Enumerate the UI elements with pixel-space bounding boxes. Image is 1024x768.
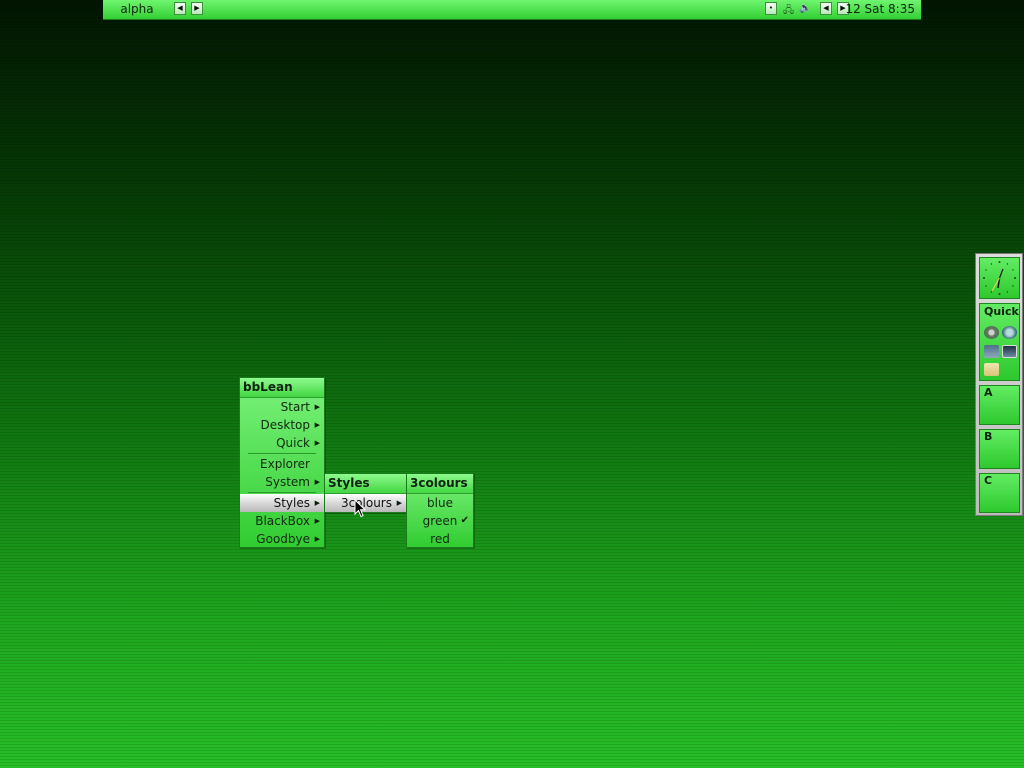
slit-dock: Quick A B C <box>975 253 1023 516</box>
submenu-arrow-icon: ▶ <box>314 421 320 429</box>
workspace-label-b: B <box>984 430 993 443</box>
menu-item-blue[interactable]: blue <box>407 494 473 512</box>
submenu-arrow-icon: ▶ <box>396 499 402 507</box>
triangle-left-icon: ◀ <box>177 4 183 12</box>
checkmark-icon: ✔ <box>460 515 469 526</box>
menu-item-goodbye[interactable]: Goodbye ▶ <box>240 530 324 548</box>
tray-bullet-icon[interactable]: • <box>765 2 777 15</box>
workspace-pager-c[interactable]: C <box>979 473 1020 513</box>
menu-item-blackbox[interactable]: BlackBox ▶ <box>240 512 324 530</box>
root-menu-title[interactable]: bbLean <box>240 378 324 398</box>
chrome-icon[interactable] <box>984 326 999 339</box>
menu-item-desktop[interactable]: Desktop ▶ <box>240 416 324 434</box>
workspace-label-a: A <box>984 386 993 399</box>
workspace-prev-button[interactable]: ◀ <box>174 2 186 15</box>
submenu-arrow-icon: ▶ <box>314 517 320 525</box>
firefox-icon[interactable] <box>1002 326 1017 339</box>
root-menu: bbLean Start ▶ Desktop ▶ Quick ▶ Explorer S… <box>239 377 325 548</box>
menu-item-green[interactable]: green ✔ <box>407 512 473 530</box>
terminal-icon[interactable] <box>1002 345 1017 358</box>
submenu-arrow-icon: ▶ <box>314 535 320 543</box>
triangle-left-icon: ◀ <box>823 4 829 12</box>
3colours-submenu: 3colours blue green ✔ red <box>406 473 474 548</box>
menu-item-explorer[interactable]: Explorer <box>240 455 324 473</box>
quick-launch-label: Quick <box>984 305 1019 318</box>
menu-item-start[interactable]: Start ▶ <box>240 398 324 416</box>
workspace-next-button[interactable]: ▶ <box>191 2 203 15</box>
workspace-pager-a[interactable]: A <box>979 385 1020 425</box>
task-prev-button[interactable]: ◀ <box>820 2 832 15</box>
submenu-arrow-icon: ▶ <box>314 439 320 447</box>
volume-icon[interactable]: 🔈 <box>799 3 811 14</box>
menu-item-styles[interactable]: Styles ▶ <box>240 494 324 512</box>
submenu-arrow-icon: ▶ <box>314 499 320 507</box>
workspace-label-c: C <box>984 474 993 487</box>
mouse-cursor-icon <box>354 499 366 518</box>
workspace-pager-b[interactable]: B <box>979 429 1020 469</box>
clock-face-icon <box>983 261 1016 295</box>
analog-clock[interactable] <box>979 257 1020 299</box>
triangle-right-icon: ▶ <box>194 4 200 12</box>
toolbar-clock[interactable]: 12 Sat 8:35 <box>845 2 915 16</box>
menu-item-quick[interactable]: Quick ▶ <box>240 434 324 452</box>
3colours-submenu-title[interactable]: 3colours <box>407 474 473 494</box>
submenu-arrow-icon: ▶ <box>314 403 320 411</box>
network-icon[interactable]: 🖧 <box>783 3 794 20</box>
menu-item-red[interactable]: red <box>407 530 473 548</box>
toolbar: alpha ◀ ▶ • 🖧 🔈 ◀ ▶ 12 Sat 8:35 <box>103 0 921 20</box>
desktop-icon[interactable] <box>984 345 999 358</box>
folder-icon[interactable] <box>984 363 999 376</box>
menu-separator <box>248 492 316 493</box>
menu-item-system[interactable]: System ▶ <box>240 473 324 491</box>
quick-launch-panel: Quick <box>979 303 1020 381</box>
styles-submenu-title[interactable]: Styles <box>325 474 406 494</box>
workspace-label[interactable]: alpha <box>109 2 165 16</box>
submenu-arrow-icon: ▶ <box>314 478 320 486</box>
menu-separator <box>248 453 316 454</box>
